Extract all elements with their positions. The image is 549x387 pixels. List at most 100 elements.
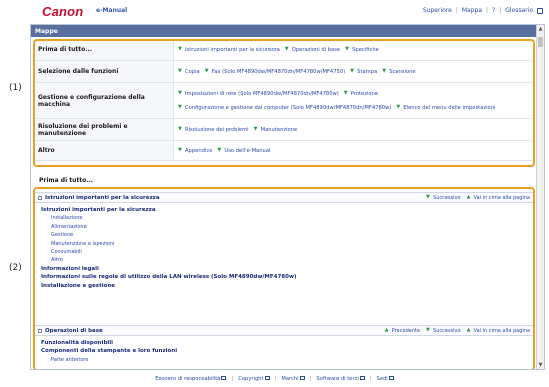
footer-links: Esonero di responsabilità | Copyright | Marc… [0, 371, 549, 387]
top-link[interactable]: Superiore [423, 7, 452, 14]
map-category: Gestione e configurazione della macchina [34, 83, 174, 118]
previous-link[interactable]: ▲ Precedente [385, 328, 420, 334]
map-link[interactable]: ▼ Configurazione e gestione dal computer … [178, 104, 391, 112]
map-link-label: Manutenzione [260, 126, 298, 133]
section-nav: ▲ Precedente ▼ Successivo ▲ Vai in cima all… [385, 328, 530, 334]
down-arrow-icon: ▼ [178, 126, 182, 132]
product-title: e-Manual [96, 7, 128, 14]
scroll-thumb[interactable] [538, 37, 543, 47]
back-to-top-link[interactable]: ▲ Vai in cima alla pagina [467, 328, 530, 334]
map-link-label: Appendice [185, 147, 213, 154]
back-to-top-link[interactable]: ▲ Vai in cima alla pagina [467, 195, 530, 201]
separator: | [486, 7, 489, 14]
expand-box-icon[interactable] [38, 328, 42, 333]
main-content[interactable]: Mappe Prima di tutto... ▼ Istruzioni impor… [30, 24, 545, 370]
down-arrow-icon: ▼ [253, 126, 258, 132]
down-arrow-icon: ▼ [178, 90, 182, 96]
down-arrow-icon: ▼ [178, 147, 182, 153]
external-window-icon [221, 376, 227, 380]
footer-link[interactable]: Sedi [377, 376, 394, 382]
toc-subitem-link[interactable]: Parte anteriore [41, 356, 527, 364]
map-link[interactable]: ▼ Impostazioni di rete (Solo MF4890dw/MF4… [178, 90, 339, 98]
map-links: ▼ Istruzioni importanti per la sicurezza ▼… [174, 39, 534, 60]
map-link[interactable]: ▼ Fax (Solo MF4890dw/MF4870dn/MF4780w/MF4… [205, 68, 345, 76]
map-link-label: Copia [185, 68, 200, 75]
previous-link-label: Precedente [391, 327, 421, 334]
map-link-label: Istruzioni importanti per la sicurezza [185, 46, 280, 53]
down-arrow-icon: ▼ [178, 68, 182, 74]
scroll-up-icon[interactable]: ▲ [537, 25, 544, 33]
map-link[interactable]: ▼ Elenco del menu delle impostazioni [396, 104, 495, 112]
down-arrow-icon: ▼ [426, 194, 430, 200]
footer-link[interactable]: Copyright [238, 376, 270, 382]
toc-subitem-link[interactable]: Manutenzione e ispezioni [41, 240, 527, 248]
toc-subitem-link[interactable]: Altro [41, 256, 527, 264]
map-link[interactable]: ▼ Scansione [382, 68, 415, 76]
footer-link[interactable]: Esonero di responsabilità [155, 376, 227, 382]
map-link[interactable]: ▼ Copia [178, 68, 200, 76]
map-link[interactable]: ▼ Stampa [350, 68, 377, 76]
toc-subitem-link[interactable]: Consumabili [41, 248, 527, 256]
map-links: ▼ Copia ▼ Fax (Solo MF4890dw/MF4870dn/MF478… [174, 61, 534, 82]
map-link-label: Risoluzione dei problemi [185, 126, 249, 133]
glossary-link[interactable]: Glossario [505, 7, 533, 14]
toc-heading-link[interactable]: Componenti della stampante e loro funzio… [41, 347, 527, 355]
map-link[interactable]: ▼ Manutenzione [254, 126, 298, 134]
help-link[interactable]: ? [492, 7, 495, 14]
toc-heading-link[interactable]: Installazione e gestione [41, 282, 527, 290]
up-arrow-icon: ▲ [466, 194, 471, 200]
annotation-label-2: (2) [9, 263, 22, 273]
annotation-label-1: (1) [9, 83, 22, 93]
map-link-label: Scansione [389, 68, 416, 75]
map-links: ▼ Impostazioni di rete (Solo MF4890dw/MF4… [174, 83, 534, 118]
map-row: Prima di tutto... ▼ Istruzioni importanti … [34, 39, 534, 61]
map-category: Prima di tutto... [34, 39, 174, 60]
expand-box-icon[interactable] [38, 195, 42, 200]
map-link-label: Elenco del menu delle impostazioni [403, 104, 496, 111]
glossary-window-icon[interactable] [537, 7, 543, 14]
map-category: Risoluzione dei problemi e manutenzione [34, 119, 174, 140]
footer-link[interactable]: Marchi [281, 376, 305, 382]
map-link[interactable]: ▼ Appendice [178, 147, 212, 155]
map-link[interactable]: ▼ Uso dell'e-Manual [217, 147, 270, 155]
toc-heading-link[interactable]: Istruzioni importanti per la sicurezza [41, 206, 527, 214]
toc-subitem-link[interactable]: Installazione [41, 214, 527, 222]
toc-subitem-link[interactable]: Alimentazione [41, 223, 527, 231]
canon-logo[interactable]: Canon [42, 4, 83, 19]
toc-subitem-link[interactable]: Gestione [41, 231, 527, 239]
map-link-label: Operazioni di base [291, 46, 341, 53]
map-links: ▼ Appendice ▼ Uso dell'e-Manual [174, 141, 534, 160]
section-title: Prima di tutto... [39, 177, 94, 184]
map-link[interactable]: ▼ Risoluzione dei problemi [178, 126, 249, 134]
section-nav: ▼ Successivo ▲ Vai in cima alla pagina [426, 195, 530, 201]
toc-heading-link[interactable]: Informazioni legali [41, 265, 527, 273]
external-window-icon [359, 376, 365, 380]
external-window-icon [388, 376, 394, 380]
footer-link[interactable]: Software di terzi [316, 376, 365, 382]
map-link[interactable]: ▼ Operazioni di base [285, 46, 340, 54]
back-to-top-label: Vai in cima alla pagina [473, 194, 530, 201]
toc-heading-link[interactable]: Informazioni sulle regole di utilizzo de… [41, 273, 527, 281]
map-link[interactable]: ▼ Istruzioni importanti per la sicurezza [178, 46, 280, 54]
up-arrow-icon: ▲ [384, 327, 389, 333]
map-link[interactable]: ▼ Protezione [344, 90, 378, 98]
map-links: ▼ Risoluzione dei problemi ▼ Manutenzione [174, 119, 534, 140]
vertical-scrollbar[interactable]: ▲ ▼ [536, 25, 544, 369]
next-link[interactable]: ▼ Successivo [426, 195, 461, 201]
map-row: Risoluzione dei problemi e manutenzione ▼… [34, 119, 534, 141]
map-link[interactable]: ▼ Specifiche [345, 46, 379, 54]
basic-ops-section-title: Operazioni di base [45, 327, 103, 334]
next-link-label: Successivo [433, 327, 461, 334]
next-link[interactable]: ▼ Successivo [426, 328, 461, 334]
toc-heading-link[interactable]: Funzionalità disponibili [41, 339, 527, 347]
map-link-label: Protezione [350, 90, 379, 97]
down-arrow-icon: ▼ [350, 68, 355, 74]
basic-ops-toc: Funzionalità disponibili Componenti della… [35, 336, 533, 367]
down-arrow-icon: ▼ [396, 104, 401, 110]
top-bar: Canon e-Manual Superiore | Mappa | ? | G… [0, 0, 549, 24]
scroll-down-icon[interactable]: ▼ [537, 361, 544, 369]
external-window-icon [264, 376, 270, 380]
down-arrow-icon: ▼ [345, 46, 349, 52]
map-link[interactable]: Mappa [462, 7, 482, 14]
map-link-label: Specifiche [352, 46, 379, 53]
